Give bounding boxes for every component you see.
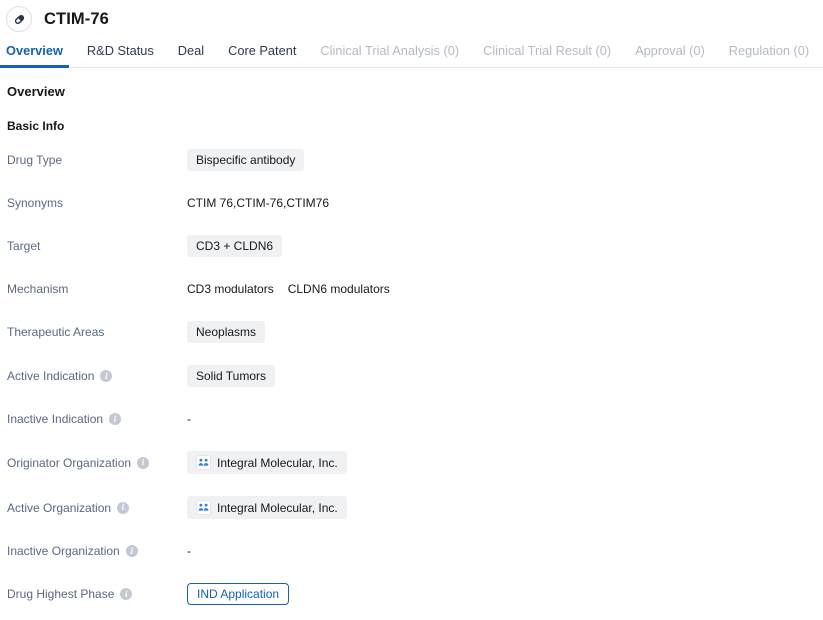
tab-r-d-status[interactable]: R&D Status [87,43,154,67]
tab-deal[interactable]: Deal [178,43,204,67]
info-row-active-organization: Active Organization i Integral Molecular, … [7,496,823,519]
organization-logo-icon [196,455,211,470]
row-value-therapeutic-areas: Neoplasms [187,321,266,343]
value-chip[interactable]: Bispecific antibody [187,149,305,171]
row-label-drug-type: Drug Type [7,153,187,167]
row-label-target: Target [7,239,187,253]
value-chip[interactable]: Neoplasms [187,321,266,343]
row-label-inactive-organization: Inactive Organization i [7,544,187,558]
tab-clinical-trial-result-0: Clinical Trial Result (0) [483,43,612,58]
info-row-active-indication: Active Indication i Solid Tumors [7,365,823,387]
row-label-text: Drug Type [7,153,63,167]
info-row-inactive-indication: Inactive Indication i - [7,409,823,429]
value-text: CD3 modulators [187,282,274,296]
row-value-target: CD3 + CLDN6 [187,235,283,257]
value-text: CLDN6 modulators [287,282,390,296]
organization-chip[interactable]: Integral Molecular, Inc. [187,451,347,474]
row-value-mechanism: CD3 modulators CLDN6 modulators [187,282,390,296]
info-circle-icon[interactable]: i [100,370,113,382]
row-label-text: Drug Highest Phase [7,587,115,601]
info-circle-icon[interactable]: i [125,545,138,557]
row-label-mechanism: Mechanism [7,282,187,296]
tab-overview[interactable]: Overview [0,43,69,68]
value-chip[interactable]: Solid Tumors [187,365,276,387]
row-label-text: Inactive Indication [7,412,104,426]
tab-approval-0: Approval (0) [635,43,705,58]
tab-regulation-0: Regulation (0) [728,43,810,58]
organization-name: Integral Molecular, Inc. [217,500,338,515]
info-circle-icon[interactable]: i [117,501,130,514]
organization-chip[interactable]: Integral Molecular, Inc. [187,496,347,519]
value-chip[interactable]: CD3 + CLDN6 [187,235,283,257]
row-label-inactive-indication: Inactive Indication i [7,412,187,426]
row-label-text: Inactive Organization [7,544,120,558]
info-row-target: Target CD3 + CLDN6 [7,235,823,257]
row-label-active-indication: Active Indication i [7,369,187,383]
row-label-text: Mechanism [7,282,69,296]
row-label-drug-highest-phase: Drug Highest Phase i [7,587,187,601]
row-value-inactive-organization: - [187,544,191,558]
row-value-originator-organization: Integral Molecular, Inc. [187,451,347,474]
basic-info-list: Drug Type Bispecific antibody Synonyms CTIM… [7,149,823,620]
info-row-mechanism: Mechanism CD3 modulators CLDN6 modulators [7,279,823,299]
info-row-drug-type: Drug Type Bispecific antibody [7,149,823,171]
section-title: Overview [7,84,65,99]
group-title: Basic Info [7,119,65,133]
info-row-inactive-organization: Inactive Organization i - [7,541,823,561]
row-value-active-organization: Integral Molecular, Inc. [187,496,347,519]
row-label-originator-organization: Originator Organization i [7,456,187,470]
row-value-active-indication: Solid Tumors [187,365,276,387]
overview-content: Overview Basic Info Drug Type Bispecific … [0,68,823,620]
tab-bar: Overview R&D Status Deal Core Patent Clinica… [0,38,823,68]
row-label-text: Active Indication [7,369,95,383]
page-header: CTIM-76 [0,0,823,38]
empty-value: - [187,544,191,558]
row-value-inactive-indication: - [187,412,191,426]
row-value-synonyms: CTIM 76,CTIM-76,CTIM76 [187,196,329,210]
info-circle-icon[interactable]: i [137,456,150,469]
organization-name: Integral Molecular, Inc. [217,455,338,470]
row-value-drug-type: Bispecific antibody [187,149,305,171]
value-text: CTIM 76,CTIM-76,CTIM76 [187,196,330,210]
info-circle-icon[interactable]: i [109,413,122,425]
info-row-drug-highest-phase: Drug Highest Phase i IND Application [7,583,823,605]
capsule-pill-icon [6,6,32,32]
row-label-text: Originator Organization [7,455,132,470]
info-row-therapeutic-areas: Therapeutic Areas Neoplasms [7,321,823,343]
empty-value: - [187,412,191,426]
info-circle-icon[interactable]: i [120,588,133,600]
row-label-active-organization: Active Organization i [7,501,187,515]
info-row-synonyms: Synonyms CTIM 76,CTIM-76,CTIM76 [7,193,823,213]
row-label-synonyms: Synonyms [7,196,187,210]
tab-core-patent[interactable]: Core Patent [228,43,296,67]
row-label-text: Target [7,239,41,253]
row-label-therapeutic-areas: Therapeutic Areas [7,325,187,339]
tab-clinical-trial-analysis-0: Clinical Trial Analysis (0) [320,43,460,58]
page-title: CTIM-76 [44,9,109,28]
info-row-originator-organization: Originator Organization i Integral Molecul… [7,451,823,474]
row-value-drug-highest-phase: IND Application [187,583,290,605]
row-label-text: Active Organization [7,500,112,515]
row-label-text: Therapeutic Areas [7,325,105,339]
row-label-text: Synonyms [7,196,64,210]
phase-badge[interactable]: IND Application [187,583,290,605]
organization-logo-icon [196,500,211,515]
